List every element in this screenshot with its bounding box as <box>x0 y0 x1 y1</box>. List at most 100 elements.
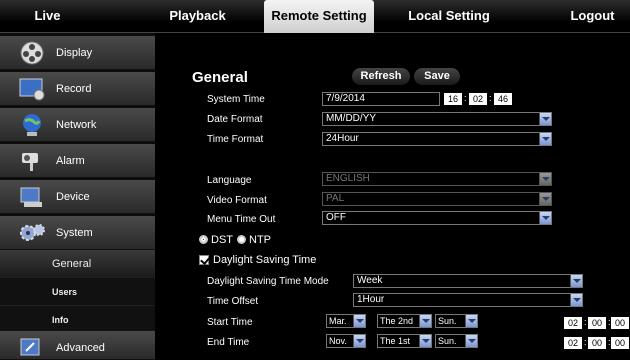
system-time-minute[interactable]: 02 <box>469 93 487 105</box>
start-time-second[interactable]: 00 <box>611 317 629 329</box>
language-select: ENGLISH <box>322 172 552 186</box>
time-offset-label: Time Offset <box>207 296 259 307</box>
dst-radio-label: DST <box>211 234 233 246</box>
menu-timeout-value: OFF <box>326 212 346 223</box>
tab-logout[interactable]: Logout <box>555 0 630 33</box>
ntp-radio[interactable] <box>237 235 246 244</box>
chevron-down-icon[interactable] <box>353 315 365 327</box>
language-value: ENGLISH <box>326 173 370 184</box>
start-week-select[interactable]: The 2nd <box>377 314 432 328</box>
sidebar-item-label: Record <box>56 83 92 95</box>
start-time-hour[interactable]: 02 <box>564 317 582 329</box>
time-offset-select[interactable]: 1Hour <box>353 293 583 307</box>
chevron-down-icon[interactable] <box>539 133 551 145</box>
sidebar-item-alarm[interactable]: Alarm <box>0 144 155 178</box>
dst-mode-select[interactable]: Week <box>353 274 583 288</box>
sidebar-subitem-users[interactable]: Users <box>0 278 155 306</box>
start-time-minute[interactable]: 00 <box>588 317 606 329</box>
video-format-value: PAL <box>326 193 345 204</box>
system-time-hour[interactable]: 16 <box>444 93 462 105</box>
film-reel-icon <box>20 41 44 65</box>
time-separator: : <box>584 337 587 347</box>
date-format-select[interactable]: MM/DD/YY <box>322 112 552 126</box>
save-button[interactable]: Save <box>414 68 460 85</box>
sidebar: Display Record Network Alarm Device Syst… <box>0 33 155 360</box>
chevron-down-icon[interactable] <box>465 335 477 347</box>
video-format-select: PAL <box>322 192 552 206</box>
chevron-down-icon[interactable] <box>570 275 582 287</box>
end-time-minute[interactable]: 00 <box>588 337 606 349</box>
chevron-down-icon[interactable] <box>539 113 551 125</box>
start-day-value: Sun. <box>438 316 457 326</box>
monitor-record-icon <box>19 78 45 101</box>
sidebar-item-label: Network <box>56 119 97 131</box>
tab-local-setting[interactable]: Local Setting <box>394 0 504 33</box>
date-format-value: MM/DD/YY <box>326 113 376 124</box>
language-label: Language <box>207 175 252 186</box>
dst-mode-label: Daylight Saving Time Mode <box>207 276 329 287</box>
top-nav: Live Playback Remote Setting Local Setti… <box>0 0 630 33</box>
time-separator: : <box>584 317 587 327</box>
end-week-select[interactable]: The 1st <box>377 334 432 348</box>
advanced-tools-icon <box>20 338 40 356</box>
chevron-down-icon[interactable] <box>419 315 431 327</box>
chevron-down-icon[interactable] <box>419 335 431 347</box>
sidebar-item-label: System <box>56 227 93 239</box>
page-title: General <box>192 69 248 86</box>
time-separator: : <box>489 93 492 103</box>
sidebar-subitem-general[interactable]: General <box>0 250 155 278</box>
globe-network-icon <box>23 114 41 136</box>
start-time-label: Start Time <box>207 317 253 328</box>
general-settings-panel: General Refresh Save System Time 7/9/201… <box>155 33 630 360</box>
sidebar-item-device[interactable]: Device <box>0 180 155 214</box>
end-month-select[interactable]: Nov. <box>326 334 366 348</box>
time-separator: : <box>464 93 467 103</box>
menu-timeout-label: Menu Time Out <box>207 214 276 225</box>
system-time-second[interactable]: 46 <box>494 93 512 105</box>
refresh-button[interactable]: Refresh <box>352 68 410 85</box>
sidebar-item-label: Alarm <box>56 155 85 167</box>
sidebar-item-advanced[interactable]: Advanced <box>0 331 155 360</box>
chevron-down-icon <box>539 173 551 185</box>
tab-live[interactable]: Live <box>0 0 95 33</box>
end-day-select[interactable]: Sun. <box>435 334 478 348</box>
chevron-down-icon[interactable] <box>570 294 582 306</box>
end-time-hour[interactable]: 02 <box>564 337 582 349</box>
sidebar-item-system[interactable]: System <box>0 216 155 250</box>
chevron-down-icon[interactable] <box>465 315 477 327</box>
start-month-select[interactable]: Mar. <box>326 314 366 328</box>
sidebar-subitem-label: Users <box>52 287 78 297</box>
sidebar-item-label: Device <box>56 191 90 203</box>
dst-radio[interactable] <box>199 235 208 244</box>
daylight-saving-label: Daylight Saving Time <box>213 254 317 266</box>
sidebar-item-network[interactable]: Network <box>0 108 155 142</box>
time-format-label: Time Format <box>207 134 264 145</box>
system-date-field[interactable]: 7/9/2014 <box>322 92 440 106</box>
date-format-label: Date Format <box>207 114 263 125</box>
tab-playback[interactable]: Playback <box>150 0 245 33</box>
system-time-label: System Time <box>207 94 265 105</box>
menu-timeout-select[interactable]: OFF <box>322 211 552 225</box>
start-day-select[interactable]: Sun. <box>435 314 478 328</box>
end-time-second[interactable]: 00 <box>611 337 629 349</box>
sidebar-subitem-info[interactable]: Info <box>0 306 155 334</box>
time-format-select[interactable]: 24Hour <box>322 132 552 146</box>
ntp-radio-label: NTP <box>249 234 271 246</box>
sidebar-subitem-label: Info <box>52 315 69 325</box>
time-format-value: 24Hour <box>326 133 359 144</box>
daylight-saving-checkbox[interactable] <box>199 255 209 265</box>
sidebar-item-label: Advanced <box>56 342 105 354</box>
chevron-down-icon[interactable] <box>353 335 365 347</box>
start-week-value: The 2nd <box>380 316 414 326</box>
end-month-value: Nov. <box>329 336 347 346</box>
sidebar-item-record[interactable]: Record <box>0 72 155 106</box>
video-format-label: Video Format <box>207 195 267 206</box>
gears-icon <box>20 224 45 241</box>
chevron-down-icon[interactable] <box>539 212 551 224</box>
chevron-down-icon <box>539 193 551 205</box>
sidebar-item-label: Display <box>56 47 93 59</box>
sidebar-item-display[interactable]: Display <box>0 36 155 70</box>
tab-remote-setting[interactable]: Remote Setting <box>264 0 374 33</box>
camera-alarm-icon <box>22 153 38 171</box>
dst-mode-value: Week <box>357 275 383 286</box>
